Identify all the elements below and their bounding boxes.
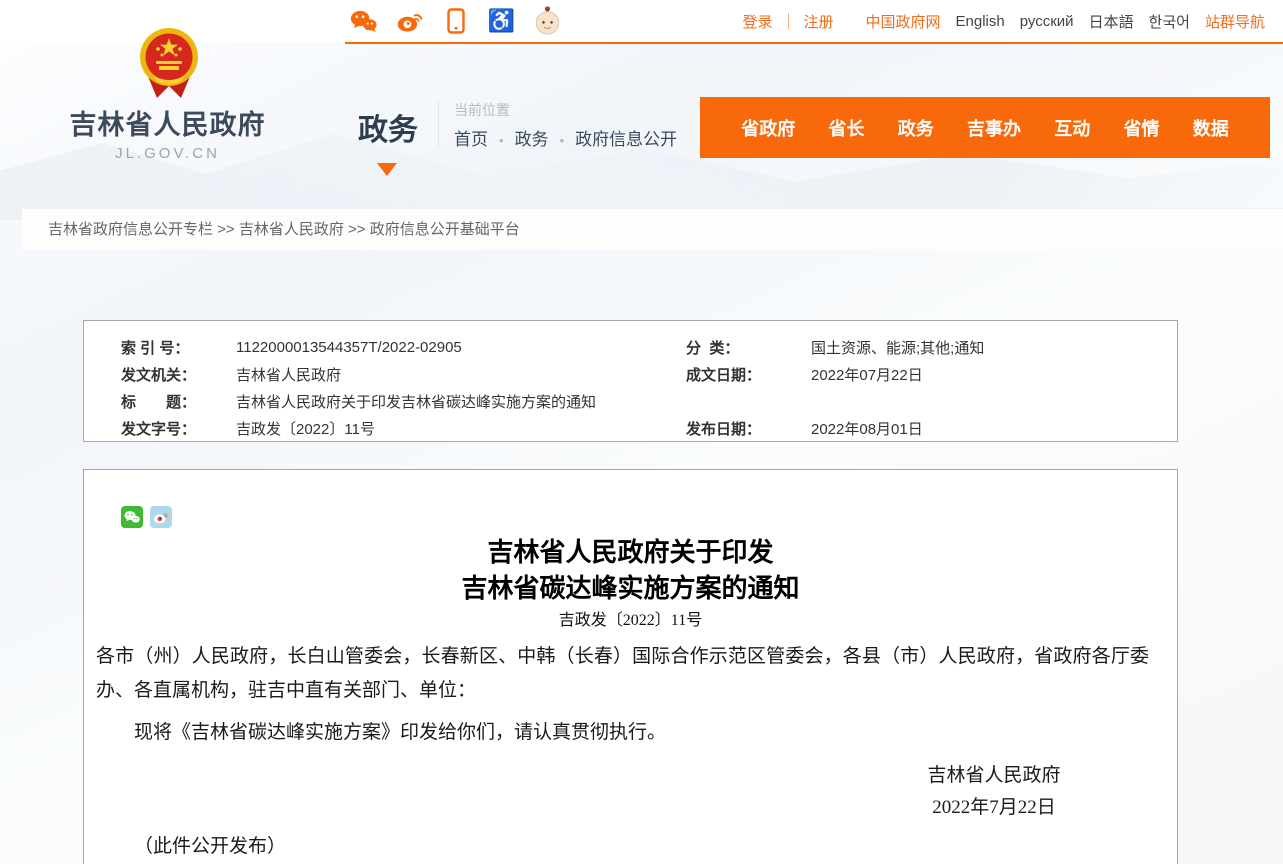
title-label: 标 题： xyxy=(121,391,236,412)
link-japanese[interactable]: 日本語 xyxy=(1089,11,1134,32)
document-title-line1: 吉林省人民政府关于印发 xyxy=(84,535,1177,571)
signature-date: 2022年7月22日 xyxy=(869,792,1119,824)
signature-block: 吉林省人民政府 2022年7月22日 xyxy=(869,760,1119,824)
triangle-pointer-icon xyxy=(377,163,397,176)
register-link[interactable]: 注册 xyxy=(804,11,834,32)
document-paragraph-recipients: 各市（州）人民政府，长白山管委会，长春新区、中韩（长春）国际合作示范区管委会，各… xyxy=(96,640,1149,708)
document-metadata-table: 索 引 号： 1122000013544357T/2022-02905 分 类：… xyxy=(83,320,1178,442)
link-site-navigation[interactable]: 站群导航 xyxy=(1205,11,1265,32)
nav-zhengwu[interactable]: 政务 xyxy=(898,115,934,141)
issuing-agency-label: 发文机关： xyxy=(121,364,236,385)
link-gov-cn[interactable]: 中国政府网 xyxy=(866,11,941,32)
index-number-label: 索 引 号： xyxy=(121,337,236,358)
doc-number-label: 发文字号： xyxy=(121,418,236,439)
publish-date-label: 发布日期： xyxy=(686,418,811,439)
date-written-label: 成文日期： xyxy=(686,364,811,385)
nav-data[interactable]: 数据 xyxy=(1193,115,1229,141)
index-number-value: 1122000013544357T/2022-02905 xyxy=(236,339,686,356)
path-bar: 吉林省政府信息公开专栏 >> 吉林省人民政府 >> 政府信息公开基础平台 xyxy=(22,208,1283,250)
breadcrumb-zhengwu[interactable]: 政务 xyxy=(488,125,549,150)
nav-governor[interactable]: 省长 xyxy=(829,115,865,141)
table-row: 标 题： 吉林省人民政府关于印发吉林省碳达峰实施方案的通知 xyxy=(84,388,1177,415)
wechat-icon[interactable] xyxy=(350,8,377,35)
title-value: 吉林省人民政府关于印发吉林省碳达峰实施方案的通知 xyxy=(236,391,1177,412)
document-title-line2: 吉林省碳达峰实施方案的通知 xyxy=(84,571,1177,607)
national-emblem-logo[interactable] xyxy=(138,26,200,109)
weibo-icon[interactable] xyxy=(396,8,423,35)
table-row: 发文机关： 吉林省人民政府 成文日期： 2022年07月22日 xyxy=(84,361,1177,388)
document-title: 吉林省人民政府关于印发 吉林省碳达峰实施方案的通知 xyxy=(84,535,1177,607)
date-written-value: 2022年07月22日 xyxy=(811,364,1177,385)
divider xyxy=(438,100,439,148)
nav-interaction[interactable]: 互动 xyxy=(1054,115,1090,141)
social-icon-group: ♿ xyxy=(350,5,561,37)
top-links: 登录 注册 中国政府网 English русский 日本語 한국어 站群导航 xyxy=(727,0,1265,42)
breadcrumb: 首页 政务 政府信息公开 xyxy=(454,125,677,150)
section-title: 政务 xyxy=(358,105,418,149)
document-content: 吉林省人民政府关于印发 吉林省碳达峰实施方案的通知 吉政发〔2022〕11号 各… xyxy=(83,469,1178,864)
breadcrumb-home[interactable]: 首页 xyxy=(454,125,488,150)
issuing-agency-value: 吉林省人民政府 xyxy=(236,364,686,385)
mobile-icon[interactable] xyxy=(442,8,469,35)
nav-provincial-government[interactable]: 省政府 xyxy=(741,115,795,141)
mascot-icon[interactable] xyxy=(534,8,561,35)
weibo-share-icon[interactable] xyxy=(150,506,172,528)
share-icons xyxy=(121,506,1177,528)
category-value: 国土资源、能源;其他;通知 xyxy=(811,337,1177,358)
category-label: 分 类： xyxy=(686,337,811,358)
login-link[interactable]: 登录 xyxy=(742,11,772,32)
nav-province-info[interactable]: 省情 xyxy=(1124,115,1160,141)
site-domain: JL.GOV.CN xyxy=(40,145,295,162)
public-release-note: （此件公开发布） xyxy=(134,830,1177,864)
table-row: 索 引 号： 1122000013544357T/2022-02905 分 类：… xyxy=(84,334,1177,361)
link-english[interactable]: English xyxy=(956,13,1005,30)
site-name[interactable]: 吉林省人民政府 xyxy=(40,103,295,142)
accessibility-icon[interactable]: ♿ xyxy=(488,8,515,35)
wechat-share-icon[interactable] xyxy=(121,506,143,528)
breadcrumb-info-disclosure[interactable]: 政府信息公开 xyxy=(549,125,678,150)
document-paragraph-body: 现将《吉林省碳达峰实施方案》印发给你们，请认真贯彻执行。 xyxy=(96,716,1149,750)
nav-jishiban[interactable]: 吉事办 xyxy=(967,115,1021,141)
document-number: 吉政发〔2022〕11号 xyxy=(84,610,1177,632)
divider xyxy=(788,13,789,29)
accent-divider xyxy=(345,42,1283,44)
doc-number-value: 吉政发〔2022〕11号 xyxy=(236,418,686,439)
table-row: 发文字号： 吉政发〔2022〕11号 发布日期： 2022年08月01日 xyxy=(84,415,1177,442)
link-korean[interactable]: 한국어 xyxy=(1149,11,1190,32)
current-location-label: 当前位置 xyxy=(454,100,510,120)
link-russian[interactable]: русский xyxy=(1020,13,1074,30)
publish-date-value: 2022年08月01日 xyxy=(811,418,1177,439)
path-bar-text[interactable]: 吉林省政府信息公开专栏 >> 吉林省人民政府 >> 政府信息公开基础平台 xyxy=(22,209,1283,251)
main-nav: 省政府 省长 政务 吉事办 互动 省情 数据 xyxy=(700,97,1270,158)
signature-org: 吉林省人民政府 xyxy=(869,760,1119,792)
